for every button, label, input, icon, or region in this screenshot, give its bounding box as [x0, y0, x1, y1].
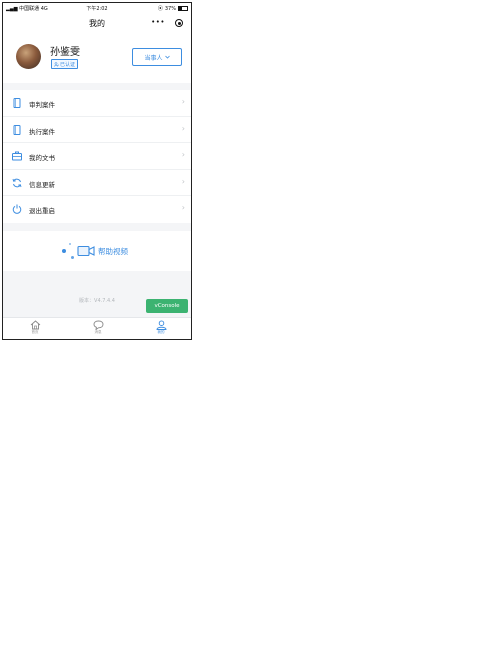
video-camera-icon [77, 245, 95, 257]
menu-item-label: 信息更新 [29, 180, 55, 189]
menu-list: 审判案件 › 执行案件 › 我的文书 › 信息更新 › 退出重启 › [3, 90, 191, 223]
menu-item-trial-cases[interactable]: 审判案件 › [3, 90, 191, 117]
menu-item-label: 审判案件 [29, 101, 55, 109]
menu-item-my-documents[interactable]: 我的文书 › [3, 143, 191, 170]
chevron-right-icon: › [181, 176, 185, 186]
phone-screen: ▂▄▆ 中国联通 4G 下午2:02 ⦿ 37% 我的 ••• 孙鉴雯 已认证 … [2, 2, 192, 340]
help-video-label: 帮助视频 [98, 247, 128, 256]
tab-label: 消息 [94, 330, 102, 334]
tab-mine[interactable]: 我的 [141, 320, 181, 335]
chevron-right-icon: › [181, 203, 185, 213]
home-icon [30, 320, 40, 330]
tab-messages[interactable]: 消息 [78, 320, 118, 335]
nav-bar: 我的 ••• [3, 13, 191, 33]
user-check-icon [54, 61, 59, 67]
avatar[interactable] [16, 44, 41, 69]
battery-percent: 37% [164, 5, 176, 12]
battery-icon [178, 6, 188, 11]
document-icon [13, 98, 21, 108]
chevron-right-icon: › [181, 123, 185, 133]
chevron-right-icon: › [181, 150, 185, 160]
verified-label: 已认证 [60, 61, 76, 68]
menu-item-label: 我的文书 [29, 154, 55, 163]
menu-item-label: 执行案件 [29, 127, 55, 136]
verified-badge: 已认证 [51, 59, 79, 69]
menu-item-info-update[interactable]: 信息更新 › [3, 170, 191, 197]
help-video-section[interactable]: 帮助视频 [3, 231, 191, 271]
menu-item-execution-cases[interactable]: 执行案件 › [3, 117, 191, 144]
user-name: 孙鉴雯 [50, 47, 80, 58]
profile-card: 孙鉴雯 已认证 当事人 [3, 33, 191, 83]
role-label: 当事人 [144, 54, 163, 62]
chevron-down-icon [164, 55, 170, 59]
document-icon [13, 124, 21, 135]
briefcase-icon [12, 151, 22, 161]
tab-home[interactable]: 首页 [15, 320, 55, 335]
vconsole-button[interactable]: vConsole [146, 299, 188, 313]
role-select-button[interactable]: 当事人 [132, 48, 182, 66]
user-icon [156, 320, 166, 330]
power-icon [12, 204, 22, 215]
location-icon: ⦿ [157, 6, 163, 12]
target-icon[interactable] [175, 19, 183, 27]
chat-bubble-icon [93, 320, 103, 330]
status-right: ⦿ 37% [158, 5, 188, 12]
status-bar: ▂▄▆ 中国联通 4G 下午2:02 ⦿ 37% [3, 3, 191, 13]
tab-label: 首页 [31, 330, 39, 334]
more-dots-icon[interactable]: ••• [151, 18, 165, 26]
refresh-icon [12, 178, 22, 188]
menu-item-label: 退出重启 [29, 207, 55, 216]
tab-bar: 首页 消息 我的 [3, 317, 191, 339]
chevron-right-icon: › [181, 97, 185, 106]
menu-item-exit-restart[interactable]: 退出重启 › [3, 196, 191, 223]
tab-label: 我的 [157, 330, 165, 334]
